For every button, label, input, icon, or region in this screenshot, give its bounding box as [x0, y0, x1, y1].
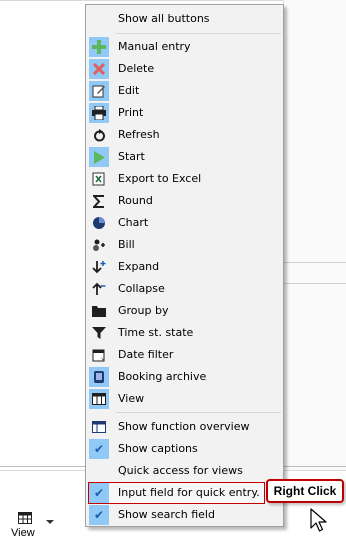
- collapse-icon: [89, 279, 109, 299]
- menu-item-label: Time st. state: [118, 326, 194, 339]
- menu-item-label: Export to Excel: [118, 172, 202, 185]
- menu-item-refresh[interactable]: Refresh: [88, 124, 281, 146]
- menu-item-bill[interactable]: Bill: [88, 234, 281, 256]
- menu-item-view[interactable]: View: [88, 388, 281, 410]
- grid-view-icon: [89, 389, 109, 409]
- menu-item-label: Start: [118, 150, 145, 163]
- menu-item-time-st-state[interactable]: Time st. state: [88, 322, 281, 344]
- menu-item-date-filter[interactable]: Date filter: [88, 344, 281, 366]
- chevron-down-icon[interactable]: [46, 520, 54, 524]
- context-menu: Show all buttons Manual entry Delete Edi…: [85, 4, 284, 527]
- menu-item-export-to-excel[interactable]: Export to Excel: [88, 168, 281, 190]
- check-icon: ✔: [89, 483, 109, 503]
- menu-item-label: Show search field: [118, 508, 215, 521]
- menu-item-start[interactable]: Start: [88, 146, 281, 168]
- check-icon: ✔: [89, 505, 109, 525]
- menu-separator: [116, 33, 281, 34]
- menu-item-quick-access-for-views[interactable]: Quick access for views: [88, 460, 281, 482]
- menu-item-label: Group by: [118, 304, 169, 317]
- menu-item-booking-archive[interactable]: Booking archive: [88, 366, 281, 388]
- overview-icon: [89, 417, 109, 437]
- refresh-icon: [89, 125, 109, 145]
- menu-item-label: Show all buttons: [118, 12, 210, 25]
- menu-item-collapse[interactable]: Collapse: [88, 278, 281, 300]
- menu-item-label: Manual entry: [118, 40, 191, 53]
- menu-item-print[interactable]: Print: [88, 102, 281, 124]
- menu-item-delete[interactable]: Delete: [88, 58, 281, 80]
- mouse-cursor-icon: [310, 508, 327, 532]
- menu-item-label: Print: [118, 106, 144, 119]
- callout-text: Right Click: [273, 484, 337, 498]
- menu-item-label: Show captions: [118, 442, 198, 455]
- menu-item-input-field-quick-entry[interactable]: ✔ Input field for quick entry.: [88, 482, 265, 504]
- menu-item-chart[interactable]: Chart: [88, 212, 281, 234]
- filter-icon: [89, 323, 109, 343]
- menu-item-label: Input field for quick entry.: [118, 486, 260, 499]
- menu-item-label: Chart: [118, 216, 149, 229]
- plus-icon: [89, 37, 109, 57]
- menu-item-show-captions[interactable]: ✔ Show captions: [88, 438, 281, 460]
- view-button[interactable]: View: [8, 508, 58, 540]
- menu-item-show-function-overview[interactable]: Show function overview: [88, 416, 281, 438]
- menu-item-label: Delete: [118, 62, 155, 75]
- calendar-icon: [89, 345, 109, 365]
- background-divider: [283, 283, 346, 284]
- menu-item-label: Round: [118, 194, 153, 207]
- menu-item-round[interactable]: Round: [88, 190, 281, 212]
- excel-icon: [89, 169, 109, 189]
- edit-icon: [89, 81, 109, 101]
- background-divider: [283, 262, 346, 263]
- menu-item-label: Collapse: [118, 282, 165, 295]
- menu-item-label: View: [118, 392, 145, 405]
- pie-chart-icon: [89, 213, 109, 233]
- folder-icon: [89, 301, 109, 321]
- menu-item-expand[interactable]: Expand: [88, 256, 281, 278]
- sigma-icon: [89, 191, 109, 211]
- menu-item-show-search-field[interactable]: ✔ Show search field: [88, 504, 281, 526]
- menu-item-label: Show function overview: [118, 420, 250, 433]
- grid-view-icon: [18, 512, 32, 524]
- menu-item-group-by[interactable]: Group by: [88, 300, 281, 322]
- menu-separator: [116, 412, 281, 413]
- menu-item-manual-entry[interactable]: Manual entry: [88, 36, 281, 58]
- menu-item-label: Date filter: [118, 348, 174, 361]
- cross-icon: [89, 59, 109, 79]
- check-icon: ✔: [89, 439, 109, 459]
- play-icon: [89, 147, 109, 167]
- archive-icon: [89, 367, 109, 387]
- background-panel: [283, 0, 346, 480]
- menu-item-label: Edit: [118, 84, 140, 97]
- menu-item-edit[interactable]: Edit: [88, 80, 281, 102]
- expand-icon: [89, 257, 109, 277]
- bill-icon: [89, 235, 109, 255]
- menu-item-label: Quick access for views: [118, 464, 243, 477]
- menu-item-label: Expand: [118, 260, 160, 273]
- menu-item-label: Bill: [118, 238, 135, 251]
- menu-item-label: Refresh: [118, 128, 160, 141]
- right-click-callout: Right Click: [266, 479, 344, 503]
- printer-icon: [89, 103, 109, 123]
- menu-item-show-all-buttons[interactable]: Show all buttons: [88, 8, 281, 30]
- view-button-label: View: [11, 527, 35, 539]
- menu-item-label: Booking archive: [118, 370, 207, 383]
